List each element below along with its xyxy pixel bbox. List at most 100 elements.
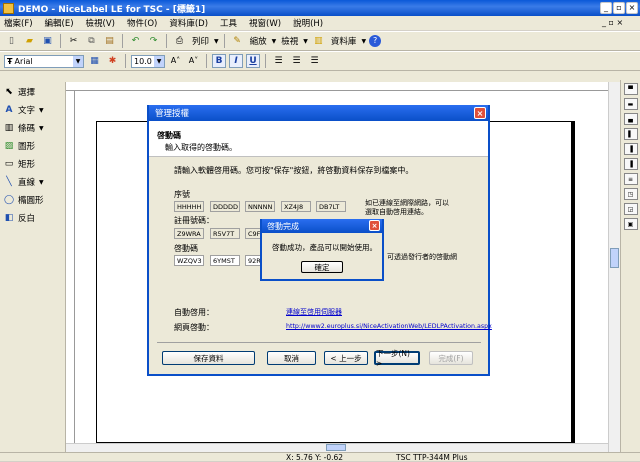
menu-bar: 檔案(F) 編輯(E) 檢視(V) 物件(O) 資料庫(D) 工具 視窗(W) …	[0, 16, 640, 30]
new-icon[interactable]: ▯	[4, 34, 19, 49]
tool-text[interactable]: A 文字 ▼	[0, 102, 65, 118]
next-button[interactable]: 下一步(N) >	[374, 349, 420, 368]
chevron-down-icon[interactable]: ▼	[39, 179, 44, 186]
dialog-title: 管理授權	[155, 109, 190, 119]
printer-font-icon[interactable]: ▦	[87, 54, 102, 69]
send-back-icon[interactable]: ◲	[623, 203, 638, 215]
shrink-font-icon[interactable]: A˅	[186, 54, 201, 69]
vertical-scrollbar[interactable]	[608, 82, 620, 452]
status-bar: X: 5.76 Y: -0.62 TSC TTP-344M Plus	[0, 452, 640, 462]
italic-button[interactable]: I	[229, 54, 243, 68]
menu-file[interactable]: 檔案(F)	[4, 17, 33, 29]
menu-tools[interactable]: 工具	[220, 17, 237, 29]
web-activation-link[interactable]: http://www2.europlus.si/NiceActivationWe…	[286, 323, 492, 330]
align-right-icon[interactable]: ▐	[623, 158, 638, 170]
chevron-down-icon[interactable]: ▼	[39, 125, 44, 132]
magnifier-icon[interactable]: ✎	[230, 34, 245, 49]
menu-edit[interactable]: 編輯(E)	[45, 17, 74, 29]
menu-help[interactable]: 說明(H)	[293, 17, 323, 29]
database-dropdown-icon[interactable]: ▼	[361, 38, 366, 45]
dialog-close-button[interactable]: ×	[474, 107, 486, 119]
tool-rectangle[interactable]: ▭ 矩形	[0, 156, 65, 172]
auto-activation-link[interactable]: 連線至啓用伺服器	[286, 307, 342, 317]
font-settings-icon[interactable]: ✱	[105, 54, 120, 69]
menu-object[interactable]: 物件(O)	[127, 17, 157, 29]
chevron-down-icon: ▼	[73, 55, 83, 67]
grow-font-icon[interactable]: A˄	[168, 54, 183, 69]
chevron-down-icon[interactable]: ▼	[39, 107, 44, 114]
undo-icon[interactable]: ↶	[128, 34, 143, 49]
printer-name: TSC TTP-344M Plus	[396, 452, 468, 462]
scroll-thumb[interactable]	[326, 444, 346, 451]
ellipse-icon: ◯	[3, 195, 15, 205]
truetype-icon: Ŧ	[7, 56, 13, 66]
save-icon[interactable]: ▣	[40, 34, 55, 49]
menu-view[interactable]: 檢視(V)	[86, 17, 115, 29]
tool-label: 圖形	[18, 142, 36, 152]
tool-label: 條碼	[18, 124, 36, 134]
serial-field-2: DDDDD	[210, 201, 240, 212]
database-button[interactable]: 資料庫	[331, 35, 357, 47]
bring-front-icon[interactable]: ◳	[623, 188, 638, 200]
web-hint-1: 可透過發行者的啓動網	[387, 253, 457, 261]
tool-label: 反白	[18, 214, 36, 224]
check-button[interactable]: 檢視	[281, 35, 298, 47]
tool-select[interactable]: ⬉ 選擇	[0, 84, 65, 100]
message-close-button[interactable]: ×	[369, 220, 380, 231]
align-top-icon[interactable]: ▀	[623, 83, 638, 95]
tool-inverse[interactable]: ◧ 反白	[0, 210, 65, 226]
standard-toolbar: ▯ ▰ ▣ ✂ ⧉ ▤ ↶ ↷ ⎙ 列印 ▼ ✎ 縮放 ▼ 檢視 ▼ ▥ 資料庫…	[0, 31, 640, 51]
auto-activation-label: 自動啓用：	[174, 308, 214, 317]
cut-icon[interactable]: ✂	[66, 34, 81, 49]
align-left-icon[interactable]: ▌	[623, 128, 638, 140]
tool-picture[interactable]: ▨ 圖形	[0, 138, 65, 154]
menu-database[interactable]: 資料庫(D)	[169, 17, 208, 29]
tool-label: 橢圓形	[18, 196, 44, 206]
redo-icon[interactable]: ↷	[146, 34, 161, 49]
align-middle-icon[interactable]: ▬	[623, 98, 638, 110]
tool-line[interactable]: ╲ 直線 ▼	[0, 174, 65, 190]
activation-field-2[interactable]: 6YMST	[210, 255, 240, 266]
bold-button[interactable]: B	[212, 54, 226, 68]
back-button[interactable]: < 上一步	[324, 351, 368, 365]
tool-ellipse[interactable]: ◯ 橢圓形	[0, 192, 65, 208]
align-center-icon[interactable]: ▐	[623, 143, 638, 155]
help-icon[interactable]: ?	[369, 35, 382, 47]
menu-window[interactable]: 視窗(W)	[249, 17, 281, 29]
printer-icon[interactable]: ⎙	[172, 34, 187, 49]
group-icon[interactable]: ▣	[623, 218, 638, 230]
ok-button[interactable]: 確定	[301, 261, 343, 273]
database-icon[interactable]: ▥	[311, 34, 326, 49]
close-button[interactable]: ×	[626, 2, 638, 14]
print-button[interactable]: 列印	[192, 35, 209, 47]
zoom-dropdown-icon[interactable]: ▼	[272, 38, 277, 45]
distribute-icon[interactable]: ≡	[623, 173, 638, 185]
scroll-thumb[interactable]	[610, 248, 619, 268]
paste-icon[interactable]: ▤	[102, 34, 117, 49]
message-title: 啓動完成	[267, 221, 299, 231]
copy-icon[interactable]: ⧉	[84, 34, 99, 49]
mdi-controls[interactable]: _ ▫ ×	[602, 18, 623, 27]
align-left-icon[interactable]: ☰	[271, 54, 286, 69]
underline-button[interactable]: U	[246, 54, 260, 68]
serial-label: 序號	[174, 190, 190, 199]
maximize-button[interactable]: ▫	[613, 2, 625, 14]
message-title-bar: 啓動完成 ×	[262, 219, 382, 233]
save-data-button[interactable]: 保存資料	[162, 351, 255, 365]
separator	[122, 34, 123, 48]
font-size-select[interactable]: 10.0 ▼	[131, 54, 165, 68]
minimize-button[interactable]: _	[600, 2, 612, 14]
align-right-icon[interactable]: ☰	[307, 54, 322, 69]
open-icon[interactable]: ▰	[22, 34, 37, 49]
alignment-panel: ▀ ▬ ▄ ▌ ▐ ▐ ≡ ◳ ◲ ▣	[620, 80, 640, 452]
check-dropdown-icon[interactable]: ▼	[303, 38, 308, 45]
activation-field-1[interactable]: WZQV3	[174, 255, 204, 266]
cancel-button[interactable]: 取消	[267, 351, 316, 365]
print-dropdown-icon[interactable]: ▼	[214, 38, 219, 45]
zoom-button[interactable]: 縮放	[250, 35, 267, 47]
horizontal-scrollbar[interactable]	[66, 443, 608, 452]
align-center-icon[interactable]: ☰	[289, 54, 304, 69]
align-bottom-icon[interactable]: ▄	[623, 113, 638, 125]
tool-barcode[interactable]: ▥ 條碼 ▼	[0, 120, 65, 136]
font-select[interactable]: Ŧ Arial ▼	[4, 54, 84, 68]
